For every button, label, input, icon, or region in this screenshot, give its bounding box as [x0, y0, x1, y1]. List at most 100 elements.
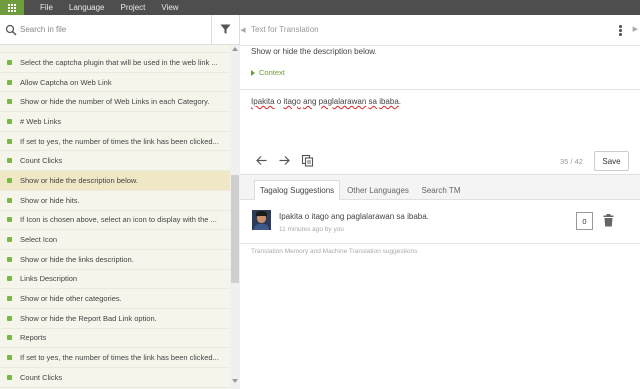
tm-note: Translation Memory and Machine Translati…: [251, 248, 418, 255]
suggestion-text: Ipakita o itago ang paglalarawan sa ibab…: [279, 212, 429, 221]
list-item-label: Show or hide the description below.: [20, 175, 138, 185]
divider: [240, 45, 640, 46]
list-item[interactable]: Select the captcha plugin that will be u…: [0, 53, 230, 73]
scroll-thumb[interactable]: [231, 175, 239, 283]
status-dot-icon: [7, 177, 12, 183]
scroll-up-icon[interactable]: [232, 47, 238, 51]
status-dot-icon: [7, 158, 12, 164]
translation-word: paglalarawan: [318, 97, 367, 106]
list-item-label: Count Clicks: [20, 156, 63, 166]
list-item[interactable]: If set to yes, the number of times the l…: [0, 132, 230, 152]
collapse-right-icon[interactable]: ▶: [633, 25, 638, 33]
status-dot-icon: [7, 237, 12, 243]
status-dot-icon: [7, 99, 12, 105]
collapse-left-icon[interactable]: ◀: [240, 15, 246, 45]
filter-icon: [220, 24, 231, 34]
status-dot-icon: [7, 59, 12, 65]
grid-icon: [8, 3, 16, 12]
list-item-label: Show or hide the Report Bad Link option.: [20, 313, 157, 323]
list-item[interactable]: Show or hide the links description.: [0, 250, 230, 270]
status-dot-icon: [7, 335, 12, 341]
status-dot-icon: [7, 118, 12, 124]
list-item[interactable]: Count Clicks: [0, 368, 230, 388]
status-dot-icon: [7, 374, 12, 380]
apps-button[interactable]: [0, 0, 24, 15]
source-text: Show or hide the description below.: [251, 47, 377, 56]
status-dot-icon: [7, 197, 12, 203]
list-item[interactable]: Show or hide the number of Web Links in …: [0, 92, 230, 113]
tab-other-languages[interactable]: Other Languages: [342, 180, 414, 201]
tab-tagalog-suggestions[interactable]: Tagalog Suggestions: [254, 180, 340, 201]
list-item-label: Allow Captcha on Web Link: [20, 77, 112, 87]
list-item-label: Select Icon: [20, 235, 58, 245]
list-item[interactable]: Show or hide hits.: [0, 191, 230, 211]
list-item[interactable]: If Icon is chosen above, select an icon …: [0, 211, 230, 231]
list-item-label: Count Clicks: [20, 372, 63, 382]
status-dot-icon: [7, 138, 12, 144]
string-list-pane: Search in file Select the captcha plugin…: [0, 14, 240, 389]
editor-pane: ◀ Text for Translation ▶ Show or hide th…: [240, 15, 640, 389]
avatar: [252, 210, 271, 230]
list-item[interactable]: Reports: [0, 329, 230, 349]
status-dot-icon: [7, 79, 12, 85]
list-item[interactable]: Show or hide the Report Bad Link option.: [0, 309, 230, 329]
status-dot-icon: [7, 296, 12, 302]
menu-language[interactable]: Language: [69, 3, 105, 12]
menu-bar: File Language Project View: [0, 0, 640, 15]
list-item-label: If Icon is chosen above, select an icon …: [20, 215, 217, 225]
list-item-label: Select the captcha plugin that will be u…: [20, 57, 218, 67]
translation-word: ang: [303, 97, 317, 106]
search-bar: Search in file: [0, 14, 239, 45]
list-item[interactable]: Links Description: [0, 270, 230, 290]
list-scrollbar[interactable]: [230, 45, 240, 389]
list-item-label: Show or hide other categories.: [20, 294, 122, 304]
copy-source-icon[interactable]: [301, 154, 314, 167]
tab-search-tm[interactable]: Search TM: [418, 180, 464, 201]
suggestion-meta: 11 minutes ago by you: [279, 226, 344, 233]
caret-right-icon: [251, 69, 255, 76]
list-item-label: Show or hide the number of Web Links in …: [20, 97, 210, 107]
list-item[interactable]: If set to yes, the number of times the l…: [0, 348, 230, 368]
menu-project[interactable]: Project: [120, 3, 145, 12]
menu-file[interactable]: File: [40, 3, 53, 12]
search-input[interactable]: Search in file: [20, 25, 211, 34]
editor-toolbar: [255, 154, 314, 167]
list-item-partial[interactable]: [0, 45, 230, 53]
translation-word: ibaba: [379, 97, 399, 106]
status-dot-icon: [7, 276, 12, 282]
list-item[interactable]: Show or hide other categories.: [0, 289, 230, 309]
translation-word: .: [398, 97, 401, 106]
status-dot-icon: [7, 355, 12, 361]
list-item[interactable]: Count Clicks: [0, 151, 230, 172]
trash-icon[interactable]: [603, 214, 614, 227]
list-item[interactable]: Show or hide the description below.: [0, 171, 230, 191]
redo-icon[interactable]: [278, 154, 291, 167]
status-dot-icon: [7, 256, 12, 262]
suggestion-tabs: Tagalog Suggestions Other Languages Sear…: [240, 174, 640, 201]
list-item[interactable]: Select Icon: [0, 230, 230, 250]
context-toggle[interactable]: Context: [251, 68, 285, 77]
list-item-label: Show or hide hits.: [20, 195, 80, 205]
panel-header: Text for Translation: [251, 25, 319, 34]
list-item-label: Links Description: [20, 274, 78, 284]
translation-textarea[interactable]: Ipakita o itago ang paglalarawan sa ibab…: [251, 97, 401, 106]
divider: [240, 89, 640, 90]
translation-word: sa: [368, 97, 377, 106]
list-item-label: If set to yes, the number of times the l…: [20, 136, 219, 146]
filter-button[interactable]: [211, 14, 239, 45]
character-counter: 35 / 42: [560, 157, 583, 166]
list-item-label: Show or hide the links description.: [20, 254, 134, 264]
list-item-label: # Web Links: [20, 116, 62, 126]
suggestion-item[interactable]: Ipakita o itago ang paglalarawan sa ibab…: [240, 202, 640, 244]
more-options-icon[interactable]: [619, 25, 622, 36]
undo-icon[interactable]: [255, 154, 268, 167]
save-button[interactable]: Save: [594, 151, 629, 171]
menu-view[interactable]: View: [161, 3, 178, 12]
list-item[interactable]: Allow Captcha on Web Link: [0, 73, 230, 93]
list-item-label: Reports: [20, 333, 47, 343]
vote-count: 0: [576, 212, 593, 230]
translation-word: itago: [283, 97, 301, 106]
scroll-down-icon[interactable]: [232, 379, 238, 383]
list-item[interactable]: # Web Links: [0, 112, 230, 132]
search-icon: [5, 24, 17, 35]
